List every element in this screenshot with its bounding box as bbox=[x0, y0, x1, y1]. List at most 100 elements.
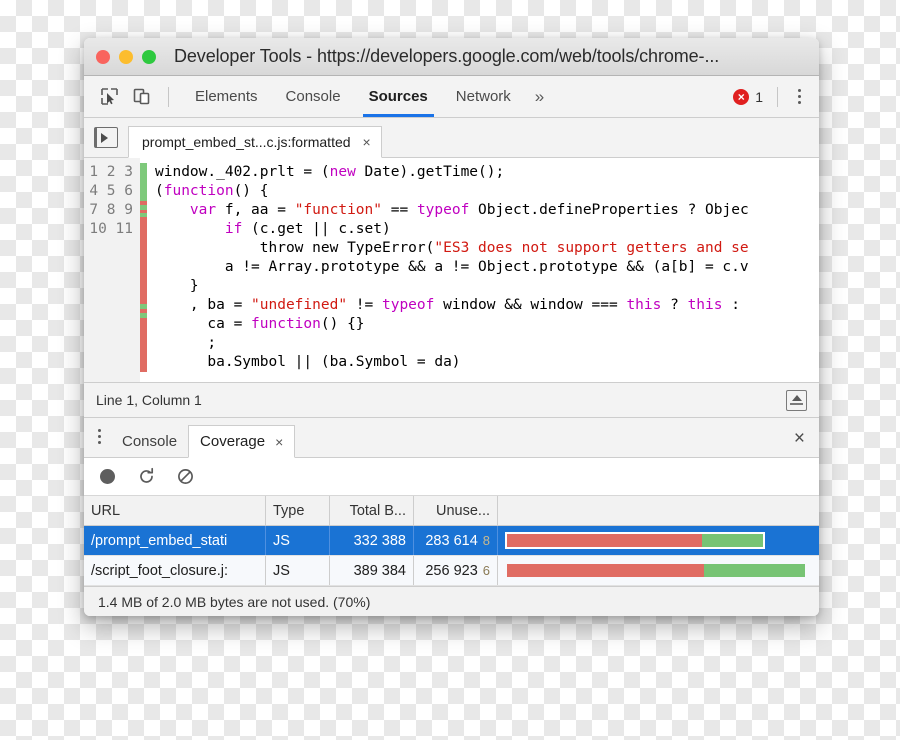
code-token: ? bbox=[661, 297, 688, 313]
close-icon[interactable]: × bbox=[363, 134, 371, 150]
column-header-bar[interactable] bbox=[498, 496, 819, 525]
code-token: this bbox=[626, 297, 662, 313]
coverage-table: URL Type Total B... Unuse... /prompt_emb… bbox=[84, 496, 819, 586]
close-window-button[interactable] bbox=[96, 49, 110, 64]
clear-block-icon[interactable] bbox=[174, 466, 196, 488]
cell-url: /script_foot_closure.j: bbox=[84, 556, 266, 585]
code-token: () {} bbox=[320, 316, 365, 332]
maximize-window-button[interactable] bbox=[142, 49, 156, 64]
code-content[interactable]: window._402.prlt = (new Date).getTime();… bbox=[147, 158, 819, 382]
cell-unused-bytes: 283 614 8 bbox=[414, 526, 498, 555]
column-header-total[interactable]: Total B... bbox=[330, 496, 414, 525]
file-tab-label: prompt_embed_st...c.js:formatted bbox=[142, 134, 351, 150]
code-token: if bbox=[224, 221, 243, 237]
record-dot-icon[interactable] bbox=[96, 466, 118, 488]
code-line: ba.Symbol || (ba.Symbol = da) bbox=[155, 353, 819, 372]
code-token: this bbox=[687, 297, 723, 313]
code-line: , ba = "undefined" != typeof window && w… bbox=[155, 296, 819, 315]
code-token: ca = bbox=[155, 316, 252, 332]
code-token: TypeError( bbox=[338, 240, 435, 256]
code-line: throw new TypeError("ES3 does not suppor… bbox=[155, 239, 819, 258]
code-token: (c.get || c.set) bbox=[242, 221, 391, 237]
kebab-menu-icon[interactable] bbox=[792, 89, 807, 104]
column-header-unused[interactable]: Unuse... bbox=[414, 496, 498, 525]
sources-file-tabstrip: prompt_embed_st...c.js:formatted × bbox=[84, 118, 819, 158]
show-navigator-icon[interactable] bbox=[94, 127, 118, 148]
code-token: ( bbox=[155, 183, 164, 199]
tab-elements[interactable]: Elements bbox=[181, 76, 272, 117]
cell-total-bytes: 332 388 bbox=[330, 526, 414, 555]
column-header-type[interactable]: Type bbox=[266, 496, 330, 525]
tab-sources[interactable]: Sources bbox=[355, 76, 442, 117]
coverage-bar-used bbox=[703, 564, 805, 577]
traffic-lights bbox=[96, 49, 156, 64]
code-token: function bbox=[163, 183, 234, 199]
code-token: var bbox=[189, 202, 217, 218]
code-token: new bbox=[329, 164, 356, 180]
kebab-menu-icon[interactable] bbox=[92, 429, 111, 457]
drawer-tab-label: Coverage bbox=[200, 433, 266, 450]
toolbar-divider bbox=[168, 86, 169, 107]
device-toolbar-icon[interactable] bbox=[128, 84, 154, 110]
close-drawer-icon[interactable]: × bbox=[794, 429, 819, 457]
code-line: ca = function() {} bbox=[155, 315, 819, 334]
code-token: Date).getTime(); bbox=[355, 164, 505, 180]
coverage-bar bbox=[505, 532, 765, 549]
column-header-url[interactable]: URL bbox=[84, 496, 266, 525]
drawer-tab-label: Console bbox=[122, 433, 178, 450]
code-token: function bbox=[251, 316, 321, 332]
code-token: a != Array.prototype && a != Object.prot… bbox=[155, 259, 749, 275]
code-token: window._402.prlt = ( bbox=[155, 164, 330, 180]
cell-coverage-bar bbox=[498, 526, 819, 555]
code-token: f, aa = bbox=[216, 202, 295, 218]
table-row[interactable]: /prompt_embed_stati JS 332 388 283 614 8 bbox=[84, 526, 819, 556]
code-token: typeof bbox=[416, 202, 470, 218]
coverage-gutter-segment bbox=[140, 318, 147, 372]
code-line: if (c.get || c.set) bbox=[155, 220, 819, 239]
code-token: () { bbox=[233, 183, 269, 199]
code-token: } bbox=[155, 278, 199, 294]
minimize-window-button[interactable] bbox=[119, 49, 133, 64]
code-token: "ES3 does not support getters and se bbox=[434, 240, 749, 256]
code-token: != bbox=[347, 297, 382, 313]
coverage-row-list: /prompt_embed_stati JS 332 388 283 614 8/scr… bbox=[84, 526, 819, 586]
coverage-toolbar bbox=[84, 458, 819, 496]
file-tab-prompt-embed[interactable]: prompt_embed_st...c.js:formatted × bbox=[128, 126, 382, 158]
drawer-tabstrip: Console Coverage × × bbox=[84, 418, 819, 458]
code-line: window._402.prlt = (new Date).getTime(); bbox=[155, 163, 819, 182]
coverage-gutter-strip bbox=[140, 163, 147, 372]
code-line: } bbox=[155, 277, 819, 296]
tab-network[interactable]: Network bbox=[442, 76, 525, 117]
inspect-cursor-icon[interactable] bbox=[96, 84, 122, 110]
panel-tab-list: Elements Console Sources Network » bbox=[181, 76, 554, 117]
code-line: (function() { bbox=[155, 182, 819, 201]
devtools-window: Developer Tools - https://developers.goo… bbox=[84, 38, 819, 616]
line-numbers: 1 2 3 4 5 6 7 8 9 10 11 bbox=[89, 164, 133, 237]
drawer-tab-coverage[interactable]: Coverage × bbox=[188, 425, 296, 458]
code-token: == bbox=[382, 202, 417, 218]
table-row[interactable]: /script_foot_closure.j: JS 389 384 256 923 6 bbox=[84, 556, 819, 586]
coverage-bar-used bbox=[701, 534, 763, 547]
drawer-tab-console[interactable]: Console bbox=[111, 425, 188, 458]
expand-drawer-icon[interactable] bbox=[786, 389, 807, 411]
reload-icon[interactable] bbox=[135, 466, 157, 488]
code-token: "function" bbox=[294, 202, 383, 218]
code-line: a != Array.prototype && a != Object.prot… bbox=[155, 258, 819, 277]
line-number-gutter: 1 2 3 4 5 6 7 8 9 10 11 bbox=[84, 158, 140, 382]
status-badge[interactable]: × 1 bbox=[733, 88, 763, 105]
coverage-status-bar: 1.4 MB of 2.0 MB bytes are not used. (70… bbox=[84, 586, 819, 616]
error-count: 1 bbox=[755, 88, 763, 105]
coverage-gutter-segment bbox=[140, 163, 147, 201]
tab-console[interactable]: Console bbox=[272, 76, 355, 117]
cell-type: JS bbox=[266, 526, 330, 555]
code-token: : bbox=[722, 297, 740, 313]
cell-total-bytes: 389 384 bbox=[330, 556, 414, 585]
code-token: "undefined" bbox=[251, 297, 348, 313]
code-editor[interactable]: 1 2 3 4 5 6 7 8 9 10 11 window._402.prlt… bbox=[84, 158, 819, 382]
close-icon[interactable]: × bbox=[275, 434, 283, 450]
coverage-bar-unused bbox=[507, 534, 702, 547]
more-panels-button[interactable]: » bbox=[525, 87, 554, 107]
